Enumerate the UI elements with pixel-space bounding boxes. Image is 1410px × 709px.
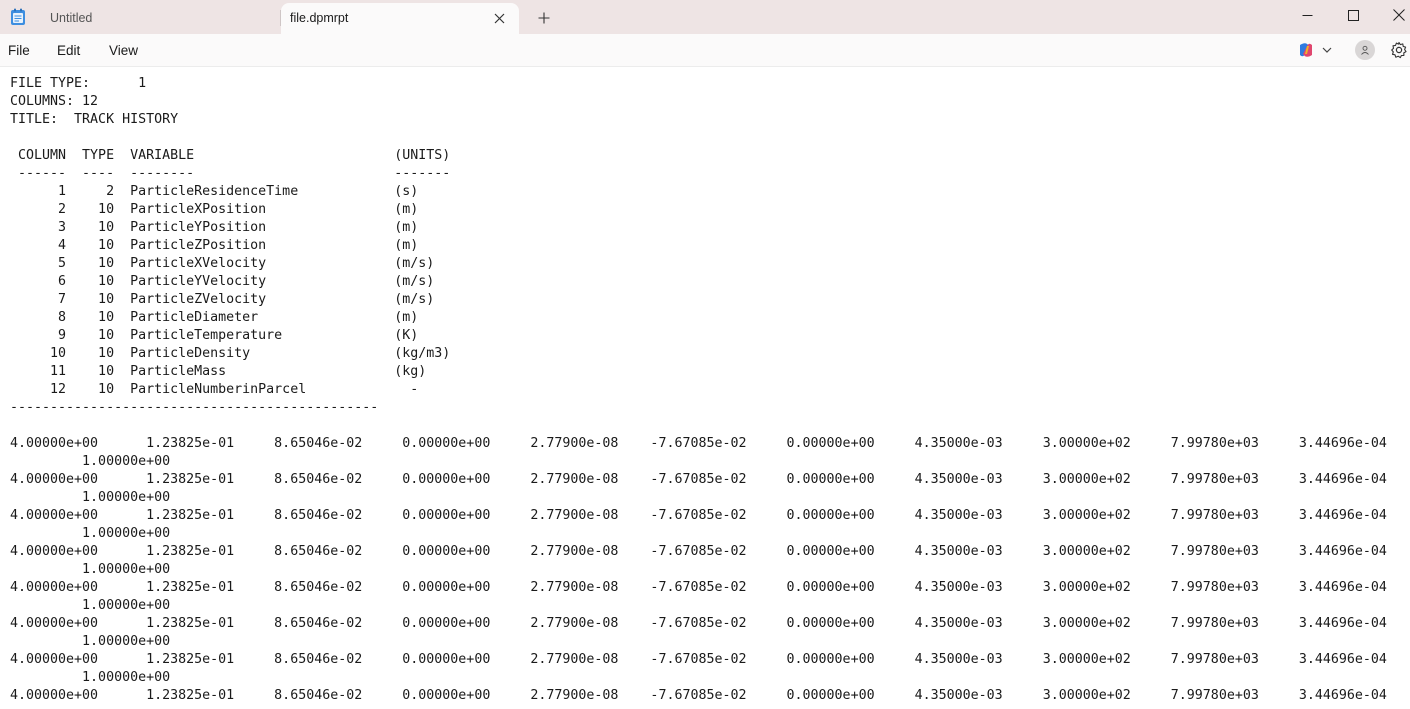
account-icon[interactable]	[1355, 40, 1375, 60]
text-line: FILE TYPE: 1	[10, 76, 147, 91]
document-content: FILE TYPE: 1 COLUMNS: 12 TITLE: TRACK HIST…	[10, 75, 1387, 705]
text-line: 7 10 ParticleZVelocity (m/s)	[10, 292, 435, 307]
tab-title: file.dpmrpt	[290, 11, 349, 25]
text-line: 1.00000e+00	[10, 490, 171, 505]
text-line: 1.00000e+00	[10, 454, 171, 469]
minimize-icon	[1302, 14, 1312, 16]
text-line: 4.00000e+00 1.23825e-01 8.65046e-02 0.00…	[10, 616, 1387, 631]
menu-edit[interactable]: Edit	[57, 34, 80, 67]
text-line: COLUMNS: 12	[10, 94, 99, 109]
copilot-icon	[1300, 43, 1312, 57]
text-line: 4.00000e+00 1.23825e-01 8.65046e-02 0.00…	[10, 580, 1387, 595]
text-line: 4.00000e+00 1.23825e-01 8.65046e-02 0.00…	[10, 688, 1387, 703]
text-line: 3 10 ParticleYPosition (m)	[10, 220, 419, 235]
minimize-button[interactable]	[1284, 0, 1330, 30]
gear-icon[interactable]	[1390, 41, 1408, 59]
close-window-button[interactable]	[1376, 0, 1410, 30]
text-line: 10 10 ParticleDensity (kg/m3)	[10, 346, 451, 361]
text-line: 1.00000e+00	[10, 634, 171, 649]
text-line: TITLE: TRACK HISTORY	[10, 112, 179, 127]
text-line: 8 10 ParticleDiameter (m)	[10, 310, 419, 325]
title-bar: Untitled file.dpmrpt	[0, 0, 1410, 34]
text-line: 1.00000e+00	[10, 526, 171, 541]
tab-untitled[interactable]: Untitled	[34, 3, 280, 34]
text-line: ----------------------------------------…	[10, 400, 379, 415]
chevron-down-icon	[1322, 47, 1332, 53]
text-line: 1 2 ParticleResidenceTime (s)	[10, 184, 419, 199]
maximize-button[interactable]	[1330, 0, 1376, 30]
notepad-icon	[10, 8, 26, 26]
menu-view[interactable]: View	[109, 34, 138, 67]
menu-bar: File Edit View	[0, 34, 1410, 67]
text-line: 4.00000e+00 1.23825e-01 8.65046e-02 0.00…	[10, 652, 1387, 667]
tab-file-dpmrpt[interactable]: file.dpmrpt	[281, 3, 519, 34]
text-line: 2 10 ParticleXPosition (m)	[10, 202, 419, 217]
text-line: 9 10 ParticleTemperature (K)	[10, 328, 419, 343]
text-line: 4 10 ParticleZPosition (m)	[10, 238, 419, 253]
text-line: COLUMN TYPE VARIABLE (UNITS)	[10, 148, 451, 163]
menu-file[interactable]: File	[8, 34, 30, 67]
text-line: 1.00000e+00	[10, 670, 171, 685]
maximize-icon	[1347, 9, 1359, 21]
close-icon	[1393, 9, 1405, 21]
text-line: 1.00000e+00	[10, 562, 171, 577]
text-line: 11 10 ParticleMass (kg)	[10, 364, 427, 379]
text-editor[interactable]: FILE TYPE: 1 COLUMNS: 12 TITLE: TRACK HIST…	[0, 67, 1410, 709]
new-tab-button[interactable]	[534, 8, 554, 28]
close-icon[interactable]	[491, 3, 507, 34]
text-line: 4.00000e+00 1.23825e-01 8.65046e-02 0.00…	[10, 508, 1387, 523]
tab-title: Untitled	[50, 11, 93, 25]
text-line: 5 10 ParticleXVelocity (m/s)	[10, 256, 435, 271]
text-line: ------ ---- -------- -------	[10, 166, 451, 181]
copilot-button[interactable]	[1297, 41, 1337, 59]
text-line	[10, 417, 1387, 435]
text-line: 1.00000e+00	[10, 598, 171, 613]
text-line: 12 10 ParticleNumberinParcel -	[10, 382, 419, 397]
text-line	[10, 129, 1387, 147]
text-line: 4.00000e+00 1.23825e-01 8.65046e-02 0.00…	[10, 436, 1387, 451]
plus-icon	[538, 12, 550, 24]
text-line: 6 10 ParticleYVelocity (m/s)	[10, 274, 435, 289]
text-line: 4.00000e+00 1.23825e-01 8.65046e-02 0.00…	[10, 472, 1387, 487]
text-line: 4.00000e+00 1.23825e-01 8.65046e-02 0.00…	[10, 544, 1387, 559]
